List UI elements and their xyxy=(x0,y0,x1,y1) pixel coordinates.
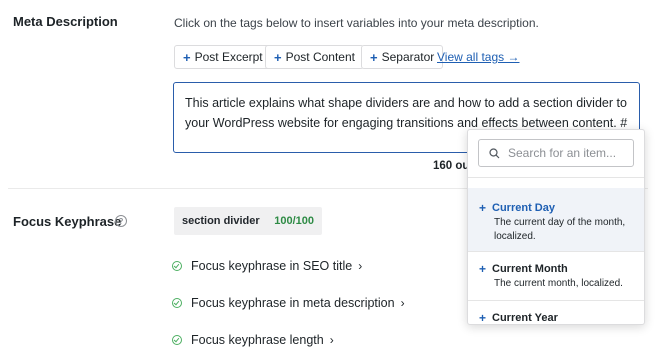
meta-description-hint: Click on the tags below to insert variab… xyxy=(174,16,539,30)
chevron-right-icon: › xyxy=(400,296,405,310)
plus-icon: + xyxy=(274,49,282,65)
help-glyph: ? xyxy=(118,216,124,226)
meta-description-label: Meta Description xyxy=(13,14,118,29)
tag-button-label: Post Excerpt xyxy=(194,50,263,64)
check-label: Focus keyphrase in SEO title xyxy=(191,259,353,273)
tag-button-label: Post Content xyxy=(285,50,355,64)
check-item-keyphrase-length[interactable]: Focus keyphrase length › xyxy=(172,333,334,347)
check-item-seo-title[interactable]: Focus keyphrase in SEO title › xyxy=(172,259,362,273)
chevron-right-icon: › xyxy=(329,333,334,347)
focus-keyphrase-label: Focus Keyphrase xyxy=(13,214,122,229)
popup-divider xyxy=(468,300,644,301)
plus-icon: + xyxy=(370,49,378,65)
list-item-current-month[interactable]: + Current Month The current month, local… xyxy=(468,262,644,302)
tags-dropdown: + Current Day The current day of the mon… xyxy=(467,129,645,325)
search-icon xyxy=(489,147,500,158)
item-title: Current Day xyxy=(492,202,555,214)
tag-button-post-content[interactable]: + Post Content xyxy=(265,45,364,69)
search-input[interactable] xyxy=(506,145,630,161)
popup-divider xyxy=(468,251,644,252)
chevron-right-icon: › xyxy=(358,259,363,273)
list-item-current-day[interactable]: + Current Day The current day of the mon… xyxy=(468,188,644,251)
check-circle-icon xyxy=(172,335,182,345)
tag-button-label: Separator xyxy=(381,50,435,64)
tag-button-post-excerpt[interactable]: + Post Excerpt xyxy=(174,45,272,69)
check-item-meta-description[interactable]: Focus keyphrase in meta description › xyxy=(172,296,405,310)
item-description: The current day of the month, localized. xyxy=(494,217,626,242)
keyphrase-text: section divider xyxy=(182,215,260,227)
list-item-current-year[interactable]: + Current Year xyxy=(468,311,644,325)
keyphrase-chip[interactable]: section divider 100/100 xyxy=(174,207,322,235)
check-label: Focus keyphrase length xyxy=(191,333,324,347)
help-circle-icon[interactable]: ? xyxy=(115,215,127,227)
view-all-tags-link[interactable]: View all tags → xyxy=(437,50,519,64)
plus-icon: + xyxy=(479,262,487,276)
tag-button-separator[interactable]: + Separator xyxy=(361,45,444,69)
check-circle-icon xyxy=(172,298,182,308)
item-description: The current month, localized. xyxy=(494,278,623,289)
check-label: Focus keyphrase in meta description xyxy=(191,296,395,310)
search-field[interactable] xyxy=(478,139,634,167)
check-circle-icon xyxy=(172,261,182,271)
item-title: Current Month xyxy=(492,263,568,275)
plus-icon: + xyxy=(479,201,487,215)
keyphrase-score: 100/100 xyxy=(274,215,314,227)
item-title: Current Year xyxy=(492,312,558,324)
popup-divider xyxy=(468,177,644,178)
plus-icon: + xyxy=(183,49,191,65)
plus-icon: + xyxy=(479,311,487,325)
